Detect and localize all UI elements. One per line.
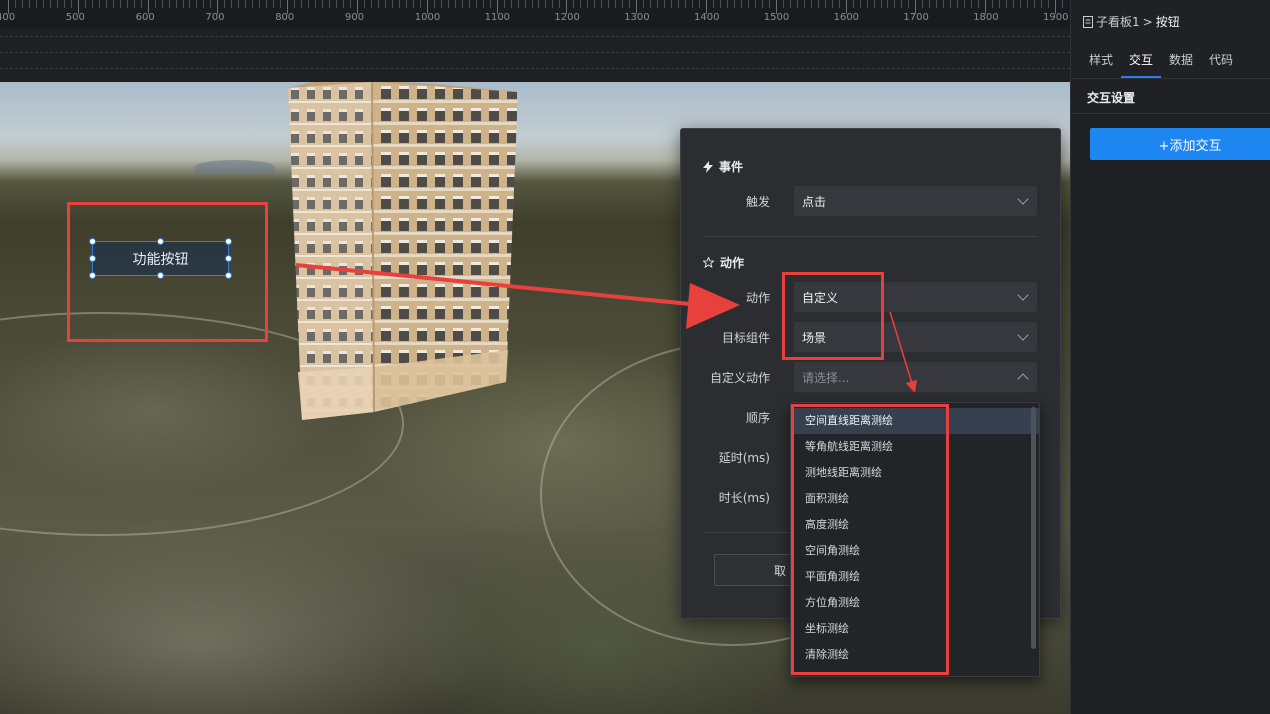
tab-style[interactable]: 样式 <box>1089 51 1113 68</box>
add-interaction-label: +添加交互 <box>1158 138 1222 154</box>
arrow-to-dropdown <box>889 311 918 393</box>
breadcrumb-current: 按钮 <box>1155 15 1180 29</box>
page-icon <box>1083 15 1093 28</box>
active-tab-indicator <box>1121 76 1161 78</box>
add-interaction-button[interactable]: +添加交互 <box>1090 128 1270 160</box>
breadcrumb-parent[interactable]: 子看板1 <box>1096 13 1140 30</box>
arrow-head-large <box>686 283 740 329</box>
property-panel: 子看板1 > 按钮 样式 交互 数据 代码 交互设置 +添加交互 <box>1070 0 1270 714</box>
tab-code[interactable]: 代码 <box>1209 51 1233 68</box>
breadcrumb-separator: > <box>1142 14 1153 29</box>
tab-interaction[interactable]: 交互 <box>1129 51 1153 68</box>
tab-data[interactable]: 数据 <box>1169 51 1193 68</box>
arrow-to-dialog <box>295 263 701 307</box>
breadcrumb: 子看板1 > 按钮 <box>1083 13 1180 30</box>
interaction-settings-title: 交互设置 <box>1087 91 1136 105</box>
divider <box>1071 113 1270 114</box>
panel-tabs: 样式 交互 数据 代码 <box>1071 44 1270 79</box>
